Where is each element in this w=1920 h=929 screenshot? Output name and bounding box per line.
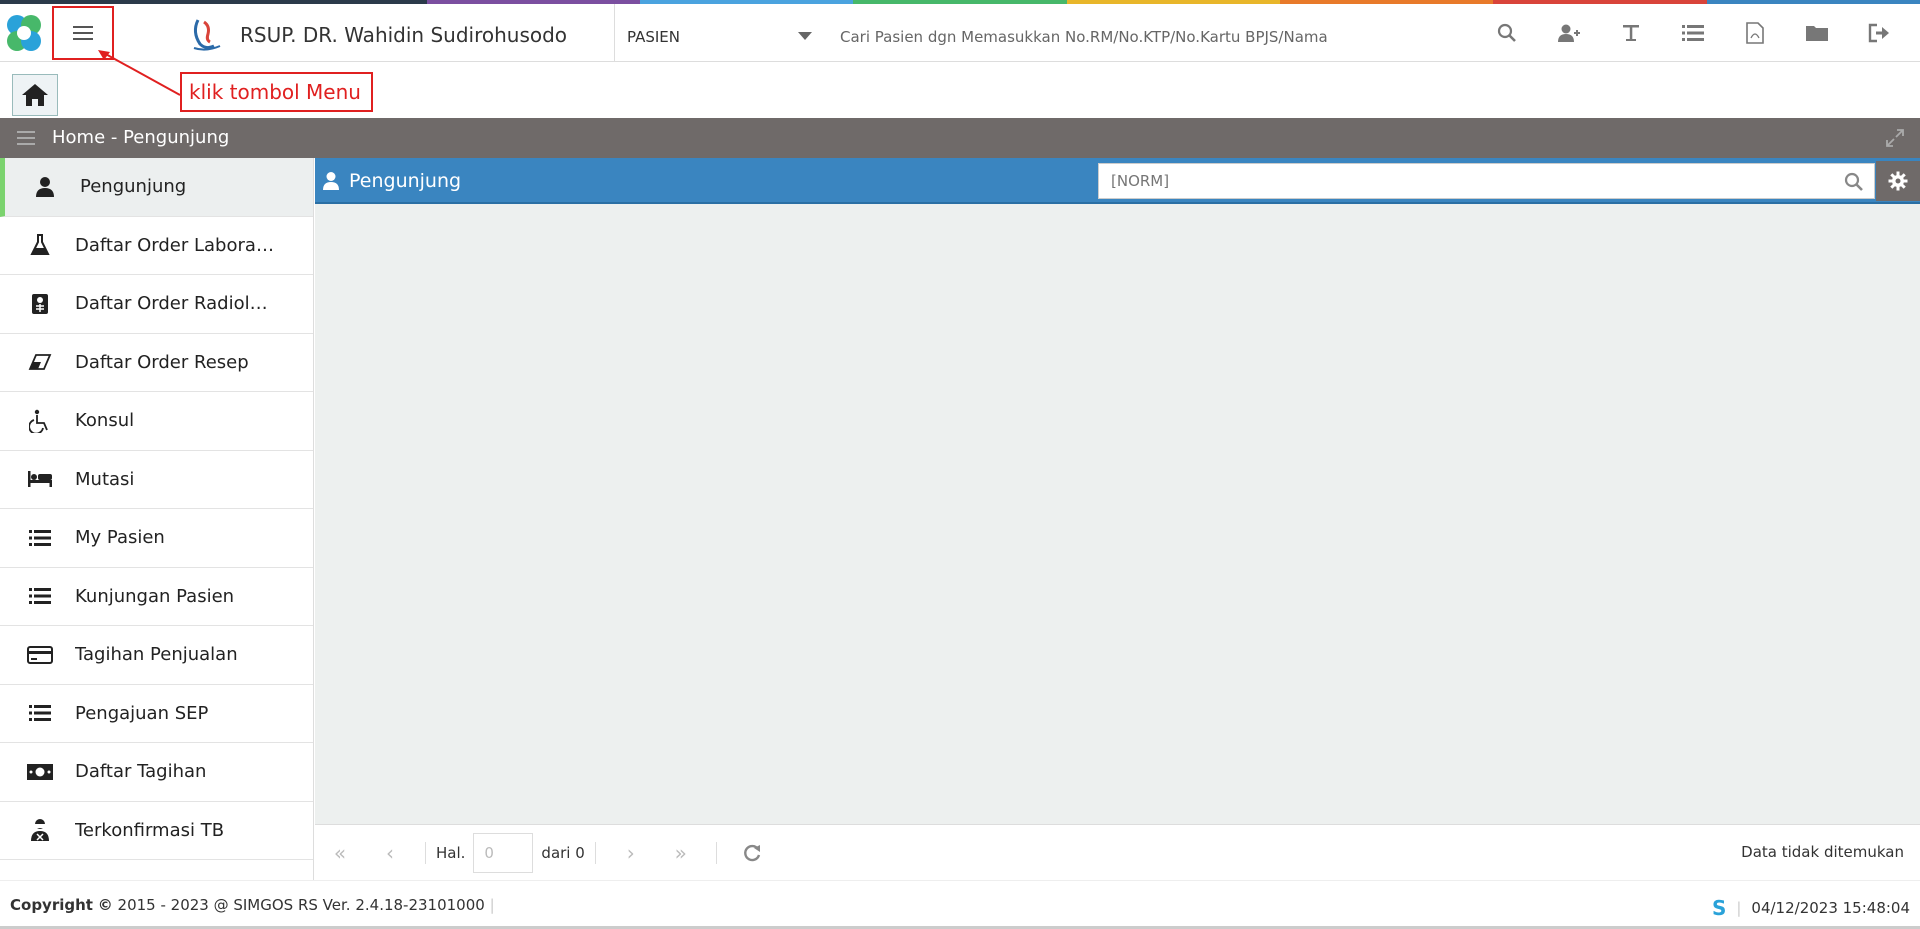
user-icon <box>323 172 339 190</box>
app-logo <box>0 4 48 62</box>
prev-page-button[interactable]: ‹ <box>365 825 415 881</box>
wheelchair-icon <box>26 407 54 435</box>
flask-icon <box>26 231 54 259</box>
annotation-label: klik tombol Menu <box>180 72 373 112</box>
sidebar-item-order-lab[interactable]: Daftar Order Laborat... <box>0 217 313 275</box>
last-page-button[interactable]: » <box>656 825 706 881</box>
sidebar: Pengunjung Daftar Order Laborat... Dafta… <box>0 158 314 880</box>
credit-card-icon <box>26 641 54 669</box>
hospital-name: RSUP. DR. Wahidin Sudirohusodo <box>240 23 568 47</box>
sidebar-item-order-radiologi[interactable]: Daftar Order Radiologi <box>0 275 313 334</box>
folder-icon[interactable] <box>1786 16 1848 50</box>
pager-status: Data tidak ditemukan <box>1741 843 1904 861</box>
main-panel: Pengunjung <box>315 158 1920 824</box>
sidebar-item-mutasi[interactable]: Mutasi <box>0 451 313 509</box>
money-icon <box>26 758 54 786</box>
norm-search-input[interactable] <box>1099 164 1819 198</box>
simgos-logo-icon: S <box>1711 896 1727 920</box>
breadcrumb-bar: Home - Pengunjung <box>0 118 1920 158</box>
pdf-file-icon[interactable] <box>1724 16 1786 50</box>
list-icon <box>26 524 54 552</box>
top-header: RSUP. DR. Wahidin Sudirohusodo PASIEN Ca… <box>0 4 1920 62</box>
copyright-text: Copyright © 2015 - 2023 @ SIMGOS RS Ver.… <box>10 896 495 914</box>
bed-icon <box>26 465 54 493</box>
eraser-icon <box>26 348 54 376</box>
refresh-icon <box>743 844 760 861</box>
hamburger-icon <box>73 26 93 40</box>
sidebar-item-terkonfirmasi-tb[interactable]: Terkonfirmasi TB <box>0 802 313 860</box>
caret-down-icon[interactable] <box>798 32 812 40</box>
menu-button[interactable] <box>52 6 114 60</box>
copyright-icon: © <box>97 896 113 914</box>
breadcrumb: Home - Pengunjung <box>52 127 230 148</box>
text-icon[interactable] <box>1600 16 1662 50</box>
gear-icon <box>1888 171 1908 191</box>
panel-title: Pengunjung <box>349 170 462 192</box>
search-icon[interactable] <box>1476 16 1538 50</box>
logout-icon[interactable] <box>1848 16 1910 50</box>
hospital-logo <box>188 16 224 52</box>
sidebar-item-kunjungan-pasien[interactable]: Kunjungan Pasien <box>0 568 313 626</box>
settings-button[interactable] <box>1876 161 1920 201</box>
sidebar-item-order-resep[interactable]: Daftar Order Resep <box>0 334 313 392</box>
next-page-button[interactable]: › <box>606 825 656 881</box>
add-user-icon[interactable] <box>1538 16 1600 50</box>
list-icon[interactable] <box>1662 16 1724 50</box>
home-icon <box>22 84 48 106</box>
refresh-button[interactable] <box>727 825 777 881</box>
page-label: Hal. <box>436 843 466 862</box>
list-icon <box>26 699 54 727</box>
norm-search <box>1098 163 1875 199</box>
xray-icon <box>26 290 54 318</box>
footer: Copyright © 2015 - 2023 @ SIMGOS RS Ver.… <box>0 880 1920 929</box>
person-mask-icon <box>26 816 54 844</box>
expand-icon[interactable] <box>1886 129 1904 147</box>
patient-search-input[interactable]: Cari Pasien dgn Memasukkan No.RM/No.KTP/… <box>840 28 1328 46</box>
patient-select[interactable]: PASIEN <box>627 28 680 46</box>
page-total: dari 0 <box>541 843 585 862</box>
datetime: 04/12/2023 15:48:04 <box>1751 899 1910 917</box>
sidebar-item-pengunjung[interactable]: Pengunjung <box>0 158 313 217</box>
home-button[interactable] <box>12 74 58 116</box>
sidebar-item-pengajuan-sep[interactable]: Pengajuan SEP <box>0 685 313 743</box>
header-toolbar <box>1476 16 1910 50</box>
sidebar-item-daftar-tagihan[interactable]: Daftar Tagihan <box>0 743 313 802</box>
page-input[interactable] <box>473 832 534 873</box>
panel-header: Pengunjung <box>315 158 1920 204</box>
pagination-bar: « ‹ Hal. dari 0 › » Data tidak ditemukan <box>315 824 1920 880</box>
search-icon[interactable] <box>1844 172 1864 192</box>
list-icon <box>26 582 54 610</box>
user-icon <box>31 173 59 201</box>
sidebar-item-konsul[interactable]: Konsul <box>0 392 313 451</box>
first-page-button[interactable]: « <box>315 825 365 881</box>
sidebar-item-tagihan-penjualan[interactable]: Tagihan Penjualan <box>0 626 313 685</box>
hamburger-icon[interactable] <box>17 131 35 145</box>
sidebar-item-my-pasien[interactable]: My Pasien <box>0 509 313 568</box>
